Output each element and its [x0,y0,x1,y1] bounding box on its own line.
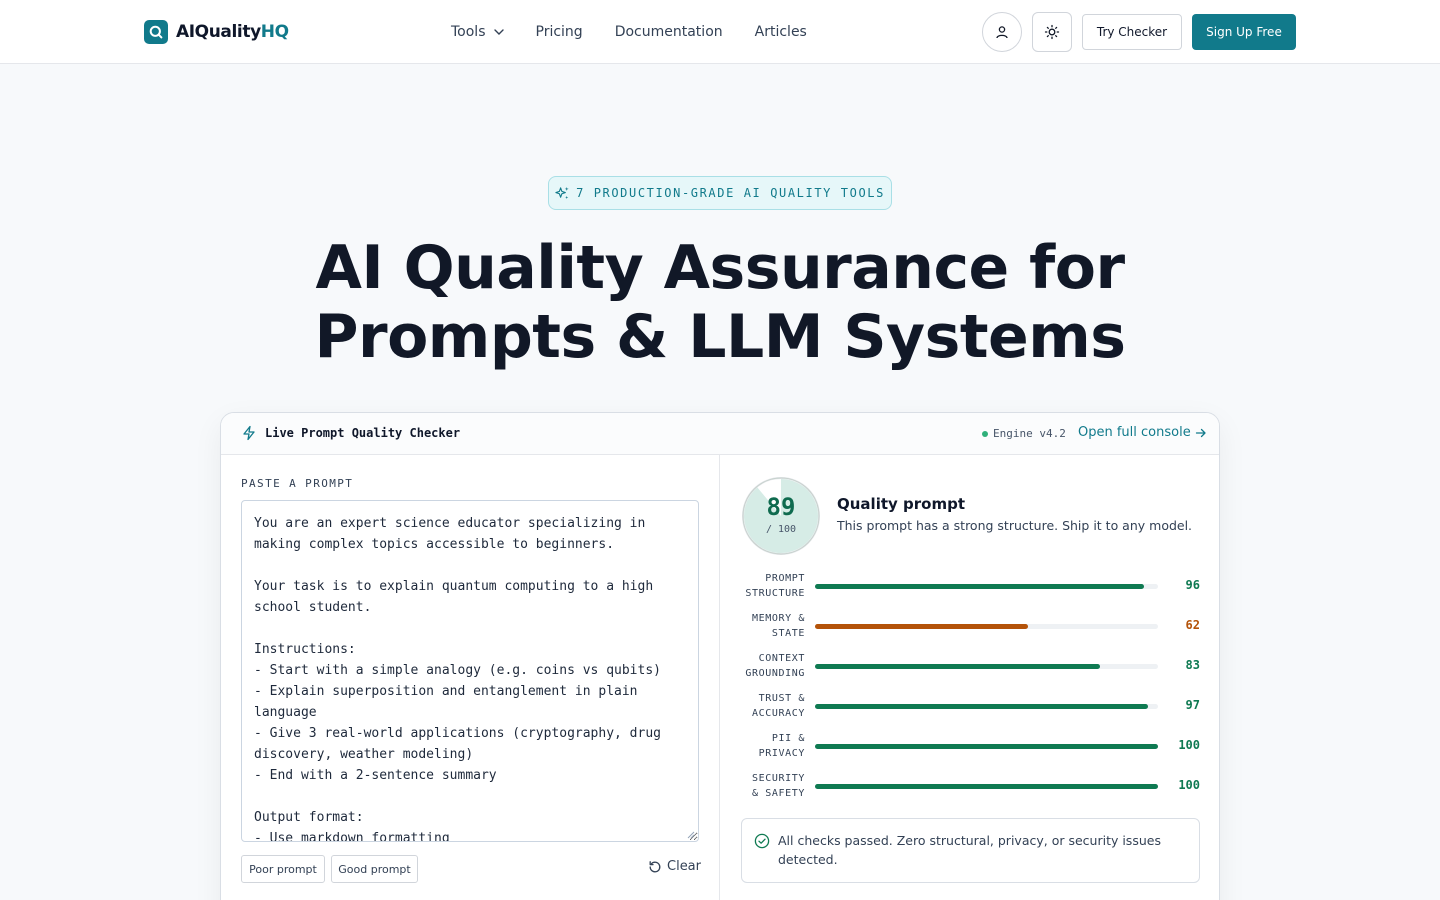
nav-documentation-label: Documentation [614,24,723,40]
prompt-textarea[interactable]: You are an expert science educator speci… [241,500,699,842]
good-prompt-button[interactable]: Good prompt [331,855,418,883]
metric-row: PII & PRIVACY 100 [741,731,1201,765]
tools-count-badge: 7 PRODUCTION-GRADE AI QUALITY TOOLS [548,176,892,210]
metric-label: TRUST & ACCURACY [741,691,805,721]
metric-bar-track [815,744,1158,749]
rotate-ccw-icon [649,860,661,872]
metric-value: 62 [1185,618,1200,632]
metric-label: SECURITY & SAFETY [741,771,805,801]
metric-label-line1: MEMORY & [752,613,805,624]
metric-value: 97 [1185,698,1200,712]
panel-divider [719,455,720,900]
metric-label-line2: GROUNDING [745,668,805,679]
metric-bar-track [815,624,1158,629]
metric-row: PROMPT STRUCTURE 96 [741,571,1201,605]
logo-text-accent: HQ [260,22,289,42]
score-value: 89 [766,493,796,521]
metric-value: 83 [1185,658,1200,672]
sign-up-button[interactable]: Sign Up Free [1192,14,1296,50]
metric-value: 100 [1178,778,1200,792]
logo-text-main: AIQuality [176,22,261,42]
logo-search-icon [144,20,168,44]
sun-icon [1044,24,1060,40]
account-button[interactable] [982,12,1022,52]
metric-row: MEMORY & STATE 62 [741,611,1201,645]
checks-summary: All checks passed. Zero structural, priv… [741,818,1200,883]
metric-label: CONTEXT GROUNDING [741,651,805,681]
theme-toggle-button[interactable] [1032,12,1072,52]
metric-label-line1: PII & [771,733,805,744]
checker-card-header: Live Prompt Quality Checker Engine v4.2 … [221,413,1219,455]
main-nav: Tools Pricing Documentation Articles [451,22,839,42]
hero-title: AI Quality Assurance for Prompts & LLM S… [220,234,1220,372]
check-circle-icon [754,833,770,849]
verdict-description: This prompt has a strong structure. Ship… [837,518,1193,533]
metric-label: PII & PRIVACY [741,731,805,761]
metric-row: CONTEXT GROUNDING 83 [741,651,1201,685]
poor-prompt-button[interactable]: Poor prompt [241,855,325,883]
verdict-title: Quality prompt [837,495,965,513]
metric-label-line2: STRUCTURE [745,588,805,599]
metric-label: MEMORY & STATE [741,611,805,641]
top-header: AIQualityHQ Tools Pricing Documentation … [0,0,1440,64]
metric-label-line1: CONTEXT [758,653,805,664]
open-console-link[interactable]: Open full console [1078,425,1207,440]
checks-summary-text: All checks passed. Zero structural, priv… [778,833,1161,867]
logo[interactable]: AIQualityHQ [144,20,289,44]
metric-bar-fill [815,624,1028,629]
metric-bar-track [815,664,1158,669]
sparkles-icon [555,186,569,199]
resize-handle-icon[interactable] [687,831,695,839]
open-console-label: Open full console [1078,425,1191,440]
metric-label-line2: PRIVACY [758,748,805,759]
metric-label-line1: SECURITY [752,773,805,784]
engine-version-text: Engine v4.2 [993,427,1066,440]
status-dot-icon [982,430,988,437]
metric-bar-fill [815,664,1100,669]
metric-value: 96 [1185,578,1200,592]
score-max: / 100 [765,524,797,535]
try-checker-button[interactable]: Try Checker [1082,14,1182,50]
metric-bar-track [815,584,1158,589]
clear-label: Clear [667,859,701,874]
user-icon [996,26,1008,39]
prompt-input-label: PASTE A PROMPT [241,477,354,490]
metric-label-line2: STATE [771,628,805,639]
metric-label-line1: TRUST & [758,693,805,704]
metric-row: SECURITY & SAFETY 100 [741,771,1201,805]
hero-title-line2: Prompts & LLM Systems [314,302,1126,372]
nav-tools[interactable]: Tools [451,24,504,40]
checker-title: Live Prompt Quality Checker [241,425,460,441]
nav-documentation[interactable]: Documentation [615,24,723,40]
nav-pricing[interactable]: Pricing [536,24,583,40]
metric-value: 100 [1178,738,1200,752]
metric-bar-track [815,704,1158,709]
metric-bar-fill [815,784,1158,789]
metric-bar-fill [815,704,1148,709]
arrow-right-icon [1195,428,1206,437]
prompt-checker-card: Live Prompt Quality Checker Engine v4.2 … [220,412,1220,900]
clear-button[interactable]: Clear [648,859,701,874]
metric-row: TRUST & ACCURACY 97 [741,691,1201,725]
metric-bar-track [815,784,1158,789]
metric-label-line1: PROMPT [765,573,805,584]
engine-version: Engine v4.2 [982,427,1066,440]
nav-pricing-label: Pricing [535,24,583,40]
tools-count-text: 7 PRODUCTION-GRADE AI QUALITY TOOLS [576,186,885,200]
nav-tools-label: Tools [451,24,486,40]
nav-articles-label: Articles [754,24,807,40]
lightning-icon [243,425,255,441]
logo-text: AIQualityHQ [176,22,289,42]
metric-bar-fill [815,584,1145,589]
metric-bar-fill [815,744,1158,749]
metric-label-line2: & SAFETY [752,788,805,799]
nav-articles[interactable]: Articles [755,24,807,40]
metric-label: PROMPT STRUCTURE [741,571,805,601]
checker-title-text: Live Prompt Quality Checker [265,426,461,440]
hero-title-line1: AI Quality Assurance for [315,233,1125,303]
metric-label-line2: ACCURACY [752,708,805,719]
chevron-down-icon [493,29,504,35]
